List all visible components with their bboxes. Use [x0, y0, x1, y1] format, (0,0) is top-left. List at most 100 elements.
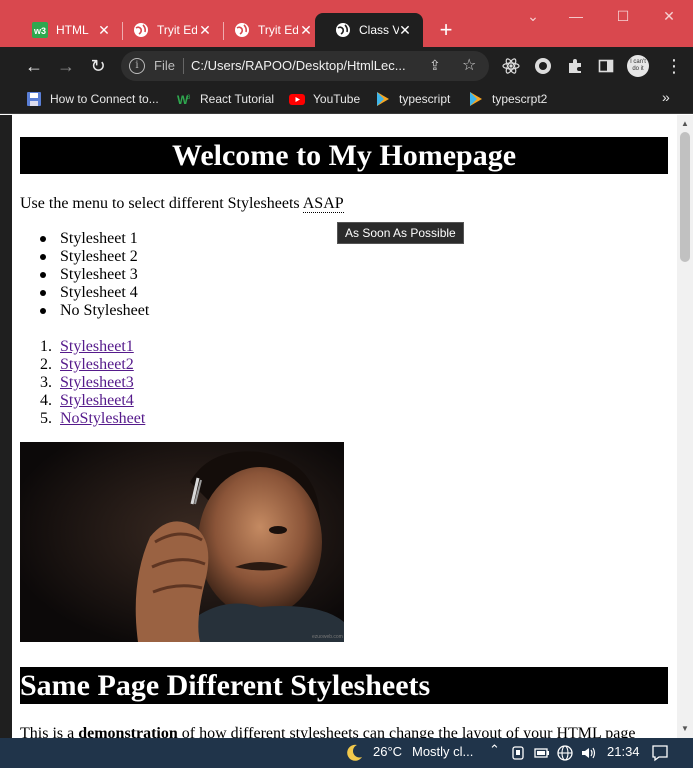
scroll-up-icon[interactable]: ▲ — [677, 117, 693, 131]
close-icon[interactable]: ✕ — [397, 22, 413, 38]
bookmark-label: How to Connect to... — [50, 92, 159, 106]
image-watermark: ezuoweb.com — [312, 634, 343, 640]
floppy-icon — [27, 92, 41, 106]
close-icon[interactable]: ✕ — [96, 22, 112, 38]
stylesheet-list: Stylesheet 1 Stylesheet 2 Stylesheet 3 S… — [40, 230, 149, 320]
moon-icon[interactable] — [344, 743, 364, 763]
tab-html[interactable]: w3 HTML ✕ — [12, 13, 122, 47]
list-item-label: Stylesheet 1 — [60, 230, 138, 247]
bookmark-item[interactable]: typescript — [375, 90, 450, 108]
reload-icon[interactable]: ↻ — [84, 52, 112, 80]
back-icon[interactable]: ← — [20, 52, 48, 80]
bullet — [40, 254, 46, 260]
tab-strip: w3 HTML ✕ Tryit Ed ✕ Tryit Ed ✕ Class V … — [0, 0, 693, 47]
intro-paragraph: Use the menu to select different Stylesh… — [20, 195, 344, 213]
bookmark-item[interactable]: typescrpt2 — [468, 90, 547, 108]
battery-icon[interactable] — [534, 746, 550, 760]
list-item: Stylesheet 4 — [40, 284, 149, 302]
list-item-label: No Stylesheet — [60, 302, 150, 319]
typescript-icon — [377, 92, 389, 106]
pen-icon[interactable] — [511, 746, 525, 760]
paragraph-text: of how different stylesheets can change … — [177, 725, 636, 738]
bookmark-label: React Tutorial — [200, 92, 275, 106]
list-item: Stylesheet 2 — [40, 248, 149, 266]
browser-toolbar: ← → ↻ i File C:/Users/RAPOO/Desktop/Html… — [0, 47, 693, 84]
list-number: 4. — [40, 392, 52, 409]
chevron-down-icon[interactable]: ⌄ — [510, 4, 556, 28]
w3-icon: w3 — [32, 22, 48, 38]
more-vert-icon[interactable]: ⋮ — [660, 52, 688, 80]
bullet — [40, 308, 46, 314]
info-icon[interactable]: i — [129, 58, 145, 74]
network-globe-icon[interactable] — [557, 745, 573, 761]
stylesheet-link[interactable]: Stylesheet2 — [60, 356, 134, 373]
tab-title: HTML — [56, 23, 89, 37]
list-item: Stylesheet 1 — [40, 230, 149, 248]
close-icon[interactable]: ✕ — [298, 22, 314, 38]
weather-text[interactable]: Mostly cl... — [412, 744, 473, 759]
list-item: 1. Stylesheet1 — [40, 338, 145, 356]
stylesheet-link[interactable]: Stylesheet1 — [60, 338, 134, 355]
profile-avatar[interactable]: I can't do it — [627, 55, 649, 77]
paragraph-text: This is a — [20, 725, 79, 738]
list-item: 5. NoStylesheet — [40, 410, 145, 428]
temperature[interactable]: 26°C — [373, 744, 402, 759]
scrollbar-thumb[interactable] — [680, 132, 690, 262]
section-heading: Same Page Different Stylesheets — [20, 667, 668, 704]
list-number: 1. — [40, 338, 52, 355]
w3schools-icon: W3 — [177, 93, 191, 107]
windows-taskbar: 26°C Mostly cl... ⌃ 21:34 — [0, 738, 693, 768]
tab-tryit-1[interactable]: Tryit Ed ✕ — [113, 13, 223, 47]
typescript-icon — [470, 92, 482, 106]
globe-icon — [336, 23, 350, 37]
abbr-tooltip: As Soon As Possible — [337, 222, 464, 244]
url-text[interactable]: C:/Users/RAPOO/Desktop/HtmlLec... — [191, 58, 421, 73]
paragraph-bold: demonstration — [78, 725, 178, 738]
bullet — [40, 290, 46, 296]
bookmark-item[interactable]: W3 React Tutorial — [176, 90, 274, 108]
tab-tryit-2[interactable]: Tryit Ed ✕ — [214, 13, 324, 47]
bookmark-item[interactable]: YouTube — [289, 90, 360, 108]
divider — [183, 58, 184, 74]
extension-circle-icon[interactable] — [529, 52, 557, 80]
bookmark-label: YouTube — [313, 92, 361, 106]
extensions-puzzle-icon[interactable] — [561, 52, 589, 80]
forward-icon[interactable]: → — [52, 52, 80, 80]
list-item-label: Stylesheet 3 — [60, 266, 138, 283]
bullet — [40, 236, 46, 242]
clock[interactable]: 21:34 — [607, 744, 640, 759]
react-devtools-icon[interactable] — [497, 52, 525, 80]
tab-title: Class V — [359, 23, 399, 37]
page-heading: Welcome to My Homepage — [20, 137, 668, 174]
maximize-icon[interactable]: ☐ — [600, 4, 646, 28]
stylesheet-link[interactable]: NoStylesheet — [60, 410, 145, 427]
side-panel-icon[interactable] — [592, 52, 620, 80]
minimize-icon[interactable]: — — [553, 4, 599, 28]
bookmark-star-icon[interactable]: ☆ — [462, 55, 476, 75]
bullet — [40, 272, 46, 278]
new-tab-button[interactable]: + — [433, 17, 459, 43]
list-item: 4. Stylesheet4 — [40, 392, 145, 410]
scroll-down-icon[interactable]: ▼ — [677, 722, 693, 736]
vertical-scrollbar[interactable]: ▲ ▼ — [677, 115, 693, 738]
close-window-icon[interactable]: ✕ — [646, 4, 692, 28]
volume-icon[interactable] — [580, 745, 598, 761]
asap-abbreviation[interactable]: ASAP — [302, 195, 344, 213]
tab-class-active[interactable]: Class V ✕ — [315, 13, 423, 47]
bookmarks-more-button[interactable]: » — [662, 89, 670, 105]
stylesheet-link[interactable]: Stylesheet3 — [60, 374, 134, 391]
bookmark-item[interactable]: How to Connect to... — [26, 90, 159, 108]
share-icon[interactable]: ⇪ — [429, 57, 441, 74]
stylesheet-links: 1. Stylesheet1 2. Stylesheet2 3. Stylesheet… — [40, 338, 145, 428]
list-item-label: Stylesheet 4 — [60, 284, 138, 301]
close-icon[interactable]: ✕ — [197, 22, 213, 38]
notification-icon[interactable] — [651, 744, 669, 762]
chevron-up-icon[interactable]: ⌃ — [489, 742, 500, 758]
stylesheet-link[interactable]: Stylesheet4 — [60, 392, 134, 409]
page-viewport: Welcome to My Homepage Use the menu to s… — [12, 115, 677, 738]
bookmark-label: typescrpt2 — [492, 92, 548, 106]
scheme-label: File — [154, 58, 175, 73]
bookmark-label: typescript — [399, 92, 451, 106]
address-bar[interactable]: i File C:/Users/RAPOO/Desktop/HtmlLec...… — [121, 51, 489, 81]
tab-title: Tryit Ed — [258, 23, 298, 37]
